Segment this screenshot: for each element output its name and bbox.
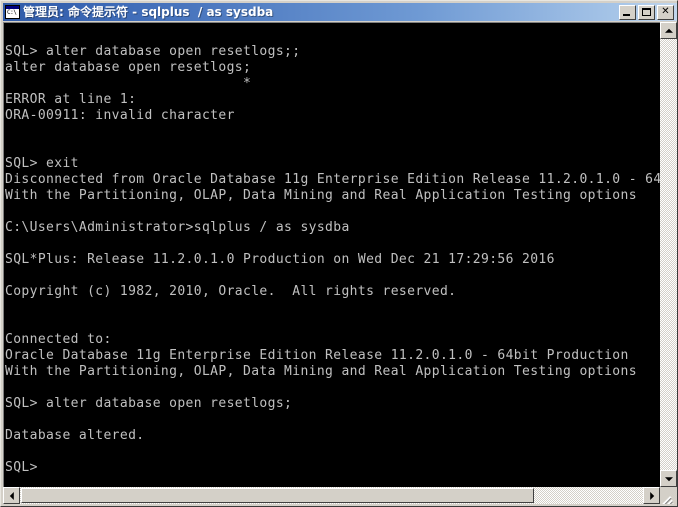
scroll-up-arrow-icon (664, 28, 673, 33)
minimize-button[interactable] (619, 4, 636, 20)
vertical-scroll-track[interactable] (660, 39, 677, 470)
terminal-line: Connected to: (5, 332, 112, 347)
terminal-screen[interactable]: SQL> alter database open resetlogs;; alte… (3, 22, 660, 487)
terminal-line: With the Partitioning, OLAP, Data Mining… (5, 364, 637, 379)
terminal-line: SQL> (5, 460, 47, 475)
terminal-output: SQL> alter database open resetlogs;; alte… (5, 28, 660, 476)
maximize-button[interactable] (638, 4, 655, 20)
resize-grip[interactable] (660, 487, 677, 504)
maximize-icon (642, 7, 651, 16)
console-icon[interactable]: C:\ (5, 5, 20, 19)
scroll-right-arrow-icon (649, 491, 654, 500)
horizontal-scroll-thumb[interactable] (21, 488, 534, 503)
terminal-line: ERROR at line 1: (5, 92, 137, 107)
scroll-up-button[interactable] (660, 22, 677, 39)
close-button[interactable]: ✕ (657, 4, 674, 20)
console-window: C:\ 管理员: 命令提示符 - sqlplus / as sysdba ✕ S… (0, 0, 678, 507)
scroll-left-arrow-icon (9, 491, 14, 500)
window-title: 管理员: 命令提示符 - sqlplus / as sysdba (23, 5, 274, 19)
console-client-area: SQL> alter database open resetlogs;; alte… (3, 22, 677, 506)
scroll-down-arrow-icon (664, 476, 673, 481)
terminal-line: SQL*Plus: Release 11.2.0.1.0 Production … (5, 252, 555, 267)
title-bar[interactable]: C:\ 管理员: 命令提示符 - sqlplus / as sysdba ✕ (3, 3, 677, 21)
terminal-line: With the Partitioning, OLAP, Data Mining… (5, 188, 637, 203)
terminal-line: Oracle Database 11g Enterprise Edition R… (5, 348, 629, 363)
scroll-left-button[interactable] (3, 487, 20, 504)
terminal-line: SQL> alter database open resetlogs; (5, 396, 293, 411)
terminal-line: C:\Users\Administrator>sqlplus / as sysd… (5, 220, 350, 235)
console-icon-prompt: C:\ (7, 9, 17, 16)
scroll-right-button[interactable] (643, 487, 660, 504)
terminal-line: Disconnected from Oracle Database 11g En… (5, 172, 660, 187)
terminal-line: alter database open resetlogs; (5, 60, 252, 75)
terminal-line: Copyright (c) 1982, 2010, Oracle. All ri… (5, 284, 457, 299)
close-icon: ✕ (661, 6, 670, 17)
terminal-line: ORA-00911: invalid character (5, 108, 235, 123)
terminal-line: SQL> exit (5, 156, 79, 171)
terminal-line: * (5, 76, 252, 91)
terminal-line: SQL> alter database open resetlogs;; (5, 44, 301, 59)
window-buttons: ✕ (619, 4, 674, 20)
scroll-down-button[interactable] (660, 470, 677, 487)
horizontal-scrollbar[interactable] (3, 487, 660, 504)
terminal-line: Database altered. (5, 428, 145, 443)
minimize-icon (623, 13, 630, 16)
vertical-scrollbar[interactable] (660, 22, 677, 487)
